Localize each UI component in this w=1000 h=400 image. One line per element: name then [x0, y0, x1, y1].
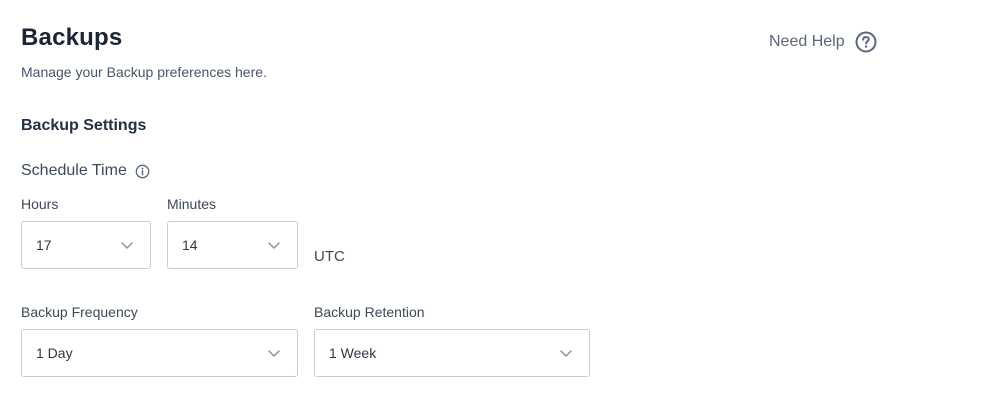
hours-value: 17	[36, 237, 52, 253]
backup-settings-heading: Backup Settings	[21, 117, 147, 134]
backup-frequency-value: 1 Day	[36, 345, 73, 361]
minutes-value: 14	[182, 237, 198, 253]
backup-frequency-select[interactable]: 1 Day	[21, 329, 298, 377]
hours-label: Hours	[21, 196, 59, 212]
minutes-label: Minutes	[167, 196, 217, 212]
need-help-link[interactable]: Need Help	[769, 31, 877, 53]
schedule-time-label: Schedule Time	[21, 162, 127, 179]
need-help-label: Need Help	[769, 33, 845, 50]
chevron-down-icon	[267, 346, 281, 360]
timezone-label: UTC	[314, 248, 345, 265]
schedule-time-heading: Schedule Time	[21, 162, 150, 180]
chevron-down-icon	[267, 238, 281, 252]
backup-retention-select[interactable]: 1 Week	[314, 329, 590, 377]
info-circle-icon[interactable]	[135, 164, 150, 179]
page-subtitle: Manage your Backup preferences here.	[21, 64, 267, 80]
page-title: Backups	[21, 24, 123, 51]
hours-select[interactable]: 17	[21, 221, 151, 269]
question-circle-icon[interactable]	[855, 31, 877, 53]
minutes-select[interactable]: 14	[167, 221, 298, 269]
backup-retention-label: Backup Retention	[314, 304, 425, 320]
chevron-down-icon	[559, 346, 573, 360]
backup-retention-value: 1 Week	[329, 345, 377, 361]
backups-page: Backups Manage your Backup preferences h…	[0, 0, 1000, 400]
backup-frequency-label: Backup Frequency	[21, 304, 138, 320]
chevron-down-icon	[120, 238, 134, 252]
